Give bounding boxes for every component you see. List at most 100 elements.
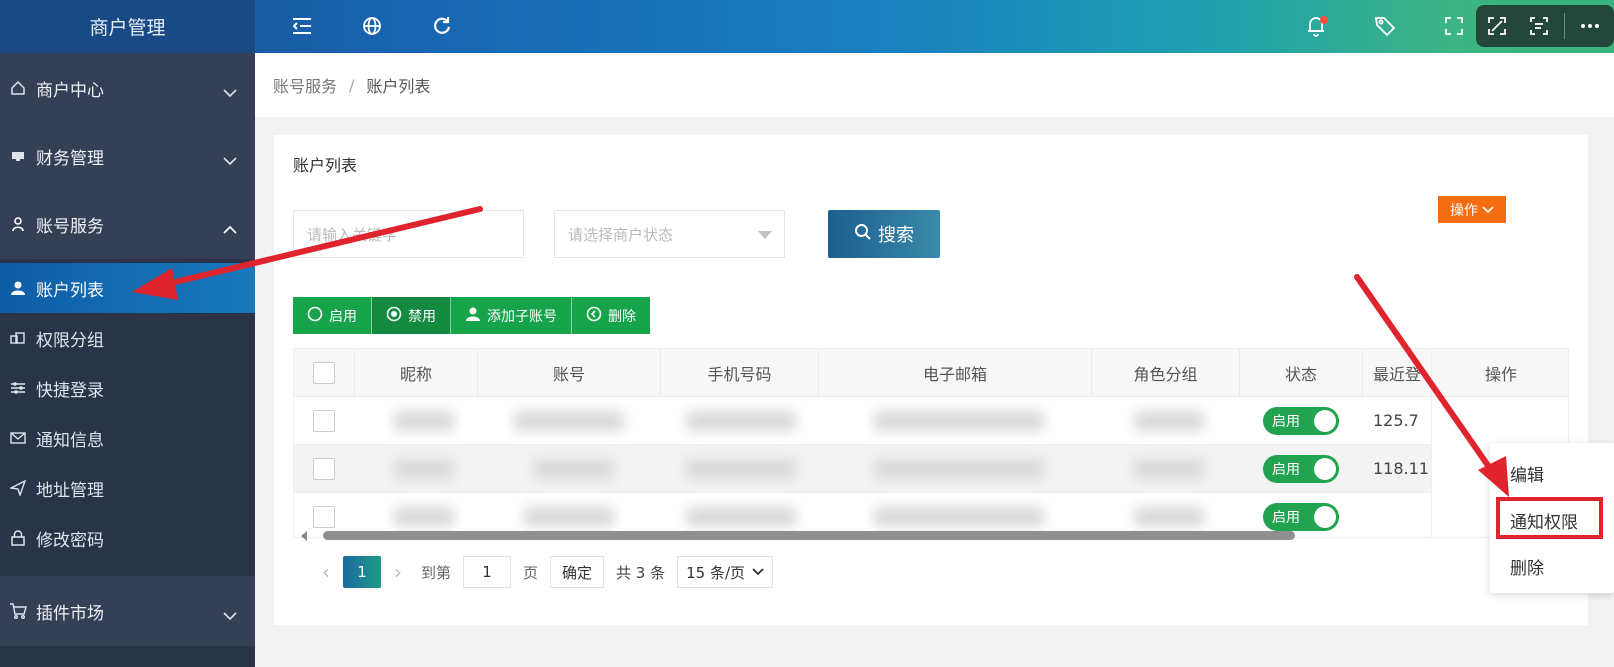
recent-login-ip: 125.7 — [1373, 411, 1419, 430]
next-page-icon[interactable]: › — [381, 560, 415, 584]
sidebar-item-address[interactable]: 地址管理 — [0, 463, 255, 513]
blurred-role — [1134, 507, 1204, 527]
keyword-input[interactable]: 请输入关键字 — [293, 210, 524, 258]
blurred-email — [874, 507, 1044, 527]
blurred-account — [534, 459, 614, 479]
enable-label: 启用 — [329, 308, 357, 325]
more-icon[interactable] — [1569, 5, 1611, 47]
header-status[interactable]: 状态 — [1240, 349, 1363, 397]
disable-label: 禁用 — [408, 308, 436, 325]
blurred-role — [1134, 459, 1204, 479]
disable-button[interactable]: 禁用 — [372, 297, 451, 334]
current-page-button[interactable]: 1 — [343, 556, 381, 588]
chevron-down-icon — [223, 83, 237, 103]
app-title: 商户管理 — [0, 0, 255, 53]
enable-button[interactable]: 启用 — [293, 297, 372, 334]
dropdown-item-edit[interactable]: 编辑 — [1490, 451, 1614, 495]
row-checkbox[interactable] — [313, 410, 335, 432]
chevron-down-icon — [1482, 202, 1494, 218]
sidebar-item-label: 地址管理 — [36, 480, 104, 501]
sidebar-item-label: 快捷登录 — [36, 380, 104, 401]
header-checkbox-cell — [294, 349, 355, 397]
dropdown-item-delete[interactable]: 删除 — [1490, 544, 1614, 588]
breadcrumb-current: 账户列表 — [366, 77, 431, 96]
chevron-up-icon — [223, 219, 237, 239]
blurred-role — [1134, 411, 1204, 431]
confirm-page-button[interactable]: 确定 — [550, 556, 605, 588]
user-icon — [0, 216, 36, 232]
select-all-checkbox[interactable] — [313, 362, 335, 384]
header-phone[interactable]: 手机号码 — [661, 349, 819, 397]
status-toggle[interactable]: 启用 — [1263, 407, 1339, 435]
sidebar-group-label: 商户中心 — [36, 80, 104, 101]
sidebar-item-notify-info[interactable]: 通知信息 — [0, 413, 255, 463]
delete-button[interactable]: 删除 — [572, 297, 650, 334]
prev-page-icon[interactable]: ‹ — [309, 560, 343, 584]
account-list-card: 账户列表 请输入关键字 请选择商户状态 搜索 启用 禁用 添加子账号 删除 昵称… — [274, 135, 1588, 625]
tag-icon[interactable] — [1369, 10, 1401, 42]
cart-icon — [0, 603, 36, 619]
sidebar-group-merchant-center[interactable]: 商户中心 — [0, 53, 255, 123]
bell-icon[interactable] — [1300, 10, 1332, 42]
table-row[interactable]: 启用 125.7 — [294, 397, 1568, 445]
breadcrumb-parent[interactable]: 账号服务 — [273, 73, 337, 97]
sidebar-item-permission-group[interactable]: 权限分组 — [0, 313, 255, 363]
table-row[interactable]: 启用 118.11 — [294, 445, 1568, 493]
menu-collapse-icon[interactable] — [286, 10, 318, 42]
toggle-knob — [1314, 506, 1336, 528]
notification-dot — [1320, 16, 1328, 24]
toolbar-divider — [1564, 13, 1565, 39]
operations-button[interactable]: 操作 — [1438, 196, 1506, 223]
blurred-phone — [686, 459, 796, 479]
page-size-select[interactable]: 15 条/页 — [677, 556, 774, 588]
toggle-knob — [1314, 410, 1336, 432]
action-button-group: 启用 禁用 添加子账号 删除 — [293, 297, 650, 334]
header-email[interactable]: 电子邮箱 — [819, 349, 1092, 397]
breadcrumb: 账号服务 / 账户列表 — [255, 53, 1614, 117]
breadcrumb-separator: / — [349, 75, 355, 95]
account-table: 昵称 账号 手机号码 电子邮箱 角色分组 状态 最近登 启用 125.7 启用 — [293, 348, 1569, 538]
row-checkbox[interactable] — [313, 458, 335, 480]
sidebar-group-plugin-market[interactable]: 插件市场 — [0, 576, 255, 646]
scroll-left-arrow-icon[interactable] — [301, 531, 307, 541]
status-toggle[interactable]: 启用 — [1263, 455, 1339, 483]
header-role[interactable]: 角色分组 — [1092, 349, 1240, 397]
status-select[interactable]: 请选择商户状态 — [554, 210, 785, 258]
sidebar-group-account-service[interactable]: 账号服务 — [0, 189, 255, 259]
blurred-nickname — [394, 459, 454, 479]
sidebar-item-account-list[interactable]: 账户列表 — [0, 263, 255, 313]
row-checkbox[interactable] — [313, 506, 335, 528]
search-label: 搜索 — [878, 225, 914, 246]
sidebar-group-finance[interactable]: 财务管理 — [0, 121, 255, 191]
globe-icon[interactable] — [356, 10, 388, 42]
refresh-icon[interactable] — [426, 10, 458, 42]
page-number-input[interactable]: 1 — [463, 556, 512, 588]
floating-toolbar — [1476, 5, 1614, 47]
scan-text-icon[interactable] — [1518, 5, 1560, 47]
sidebar-item-label: 修改密码 — [36, 530, 104, 551]
sidebar-item-change-password[interactable]: 修改密码 — [0, 513, 255, 563]
fullscreen-icon[interactable] — [1438, 10, 1470, 42]
blurred-email — [874, 411, 1044, 431]
sidebar-item-quick-login[interactable]: 快捷登录 — [0, 363, 255, 413]
sliders-icon — [0, 381, 36, 395]
header-recent-login[interactable]: 最近登 — [1363, 349, 1433, 397]
chevron-down-icon — [223, 151, 237, 171]
home-icon — [0, 80, 36, 96]
user-solid-icon — [0, 280, 36, 296]
blurred-phone — [686, 507, 796, 527]
page-size-label: 15 条/页 — [686, 563, 746, 582]
header-nickname[interactable]: 昵称 — [355, 349, 478, 397]
search-button[interactable]: 搜索 — [828, 210, 940, 258]
blurred-nickname — [394, 507, 454, 527]
toggle-label: 启用 — [1272, 462, 1300, 478]
expand-icon[interactable] — [1476, 5, 1518, 47]
sidebar-group-label: 财务管理 — [36, 148, 104, 169]
sidebar-group-label: 插件市场 — [36, 603, 104, 624]
scrollbar-thumb[interactable] — [323, 531, 1295, 540]
header-account[interactable]: 账号 — [478, 349, 661, 397]
horizontal-scrollbar[interactable] — [293, 527, 1569, 543]
blurred-phone — [686, 411, 796, 431]
add-sub-account-button[interactable]: 添加子账号 — [451, 297, 572, 334]
pagination: ‹ 1 › 到第 1 页 确定 共 3 条 15 条/页 — [293, 548, 1569, 596]
